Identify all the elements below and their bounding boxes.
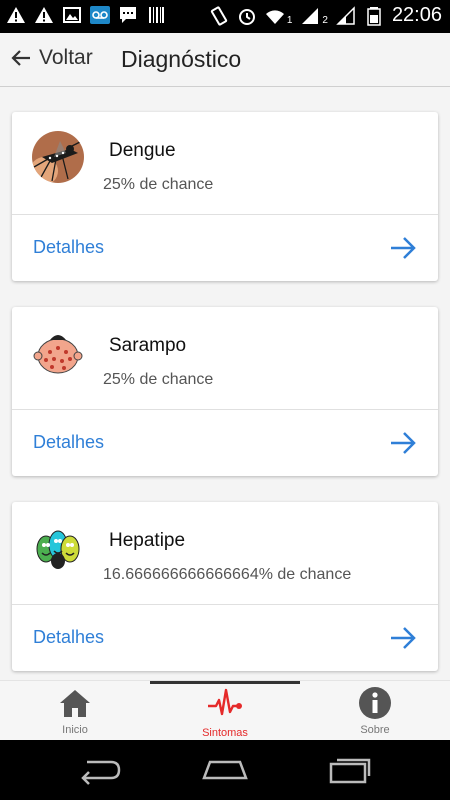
tab-label: Inicio [62,724,88,736]
arrow-right-icon [391,432,416,454]
home-nav-icon[interactable] [200,754,250,786]
barcode-icon [149,7,164,23]
signal-icon [302,7,319,24]
tab-label: Sobre [360,724,390,736]
battery-icon [367,6,381,26]
screen-rotation-icon [210,5,227,26]
disease-chance: 16.666666666666664% de chance [103,566,352,583]
alarm-icon [238,8,255,25]
details-label: Detalhes [33,237,105,257]
home-icon [60,690,90,717]
back-nav-icon[interactable] [75,754,125,786]
back-arrow-icon [11,50,30,66]
diagnosis-card: Dengue 25% de chance Detalhes [12,112,438,281]
status-bar: 1 2 22:06 [0,0,450,33]
disease-chance: 25% de chance [103,176,214,193]
recents-nav-icon[interactable] [325,754,375,786]
signal-icon [336,5,355,25]
virus-cartoon-image [32,521,84,573]
warning-icon [35,7,53,23]
disease-name: Dengue [109,140,176,161]
disease-name: Hepatipe [109,530,186,551]
system-nav-bar [0,740,450,800]
back-button[interactable]: Voltar [9,46,93,70]
tab-inicio[interactable]: Inicio [0,681,150,741]
details-button-sarampo[interactable]: Detalhes [12,410,438,476]
disease-chance: 25% de chance [103,371,214,388]
diagnosis-list: Dengue 25% de chance Detalhes Sarampo 25… [0,87,450,680]
info-icon [359,687,391,719]
arrow-right-icon [391,627,416,649]
tab-sintomas[interactable]: Sintomas [150,681,300,741]
arrow-right-icon [391,237,416,259]
details-label: Detalhes [33,432,105,452]
voicemail-icon [90,6,110,24]
card-header: Dengue 25% de chance [12,112,438,215]
measles-face-image [32,326,84,378]
wifi-icon [265,9,284,24]
mosquito-image [32,131,84,183]
tab-sobre[interactable]: Sobre [300,681,450,741]
card-header: Sarampo 25% de chance [12,307,438,410]
disease-name: Sarampo [109,335,187,356]
page-title: Diagnóstico [121,46,242,72]
details-label: Detalhes [33,627,105,647]
bottom-tab-bar: Inicio Sintomas Sobre [0,680,450,740]
back-label: Voltar [39,46,93,69]
image-icon [63,7,81,23]
app-bar: Voltar Diagnóstico [0,33,450,87]
heartbeat-icon [208,688,242,716]
details-button-dengue[interactable]: Detalhes [12,215,438,281]
sim1-indicator: 1 [286,15,293,26]
chat-icon [120,7,136,23]
clock: 22:06 [391,4,442,26]
warning-icon [7,7,25,23]
details-button-hepatipe[interactable]: Detalhes [12,605,438,671]
sim2-indicator: 2 [322,15,328,26]
tab-label: Sintomas [202,727,248,739]
diagnosis-card: Hepatipe 16.666666666666664% de chance D… [12,502,438,671]
card-header: Hepatipe 16.666666666666664% de chance [12,502,438,605]
diagnosis-card: Sarampo 25% de chance Detalhes [12,307,438,476]
